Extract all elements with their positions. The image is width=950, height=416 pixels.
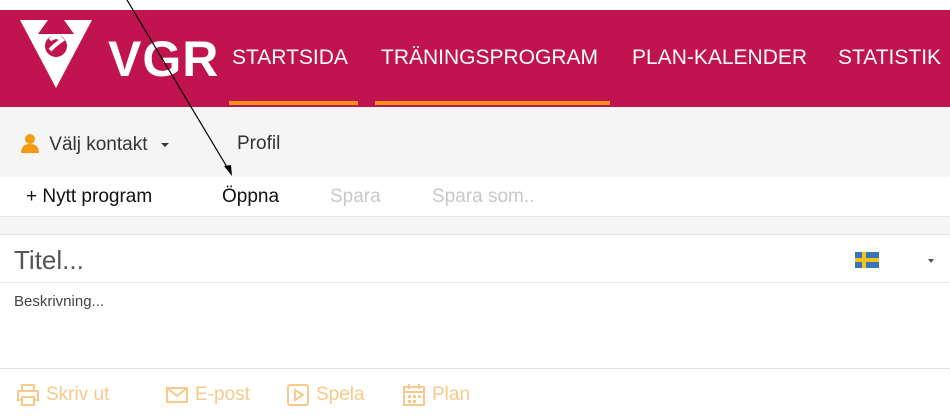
- play-button[interactable]: Spela: [286, 382, 365, 408]
- plan-label: Plan: [432, 384, 471, 405]
- nav-startsida[interactable]: STARTSIDA: [232, 46, 348, 70]
- contact-bar: Välj kontakt Profil: [0, 107, 950, 177]
- profile-link[interactable]: Profil: [237, 133, 280, 155]
- user-icon: [21, 134, 39, 153]
- email-button[interactable]: E-post: [165, 382, 250, 408]
- envelope-icon: [166, 387, 188, 403]
- email-label: E-post: [195, 384, 250, 405]
- swedish-flag-icon[interactable]: [855, 252, 879, 268]
- nav-traningsprogram[interactable]: TRÄNINGSPROGRAM: [381, 46, 598, 70]
- select-contact-dropdown[interactable]: Välj kontakt: [20, 133, 169, 156]
- logo-text: VGR: [108, 31, 220, 87]
- top-navigation-bar: VGR STARTSIDA TRÄNINGSPROGRAM PLAN-KALEN…: [0, 10, 950, 107]
- calendar-icon: [403, 384, 425, 406]
- vgr-emblem-icon: [20, 20, 92, 88]
- title-row: [0, 235, 950, 283]
- section-divider: [0, 217, 950, 235]
- description-area: [0, 283, 950, 369]
- description-input[interactable]: [14, 293, 914, 363]
- plan-button[interactable]: Plan: [402, 382, 470, 408]
- play-label: Spela: [316, 384, 365, 405]
- save-button[interactable]: Spara: [330, 186, 381, 208]
- open-button[interactable]: Öppna: [222, 186, 279, 208]
- title-input[interactable]: [14, 245, 794, 275]
- nav-active-indicator: [375, 101, 610, 105]
- program-actions: Skriv ut E-post Spela Plan: [0, 370, 950, 416]
- save-as-button[interactable]: Spara som..: [432, 186, 534, 208]
- select-contact-label: Välj kontakt: [49, 134, 148, 155]
- nav-plan-kalender[interactable]: PLAN-KALENDER: [632, 46, 807, 70]
- nav-active-indicator: [229, 101, 358, 105]
- vgr-logo[interactable]: VGR: [16, 14, 226, 94]
- print-button[interactable]: Skriv ut: [16, 382, 109, 408]
- print-label: Skriv ut: [46, 384, 110, 405]
- nav-statistik[interactable]: STATISTIK: [838, 46, 941, 70]
- program-toolbar: + Nytt program Öppna Spara Spara som..: [0, 177, 950, 217]
- play-icon: [287, 384, 309, 406]
- printer-icon: [17, 384, 39, 406]
- new-program-button[interactable]: + Nytt program: [26, 186, 152, 208]
- chevron-down-icon: [160, 142, 169, 147]
- language-dropdown-chevron-icon[interactable]: [928, 259, 934, 263]
